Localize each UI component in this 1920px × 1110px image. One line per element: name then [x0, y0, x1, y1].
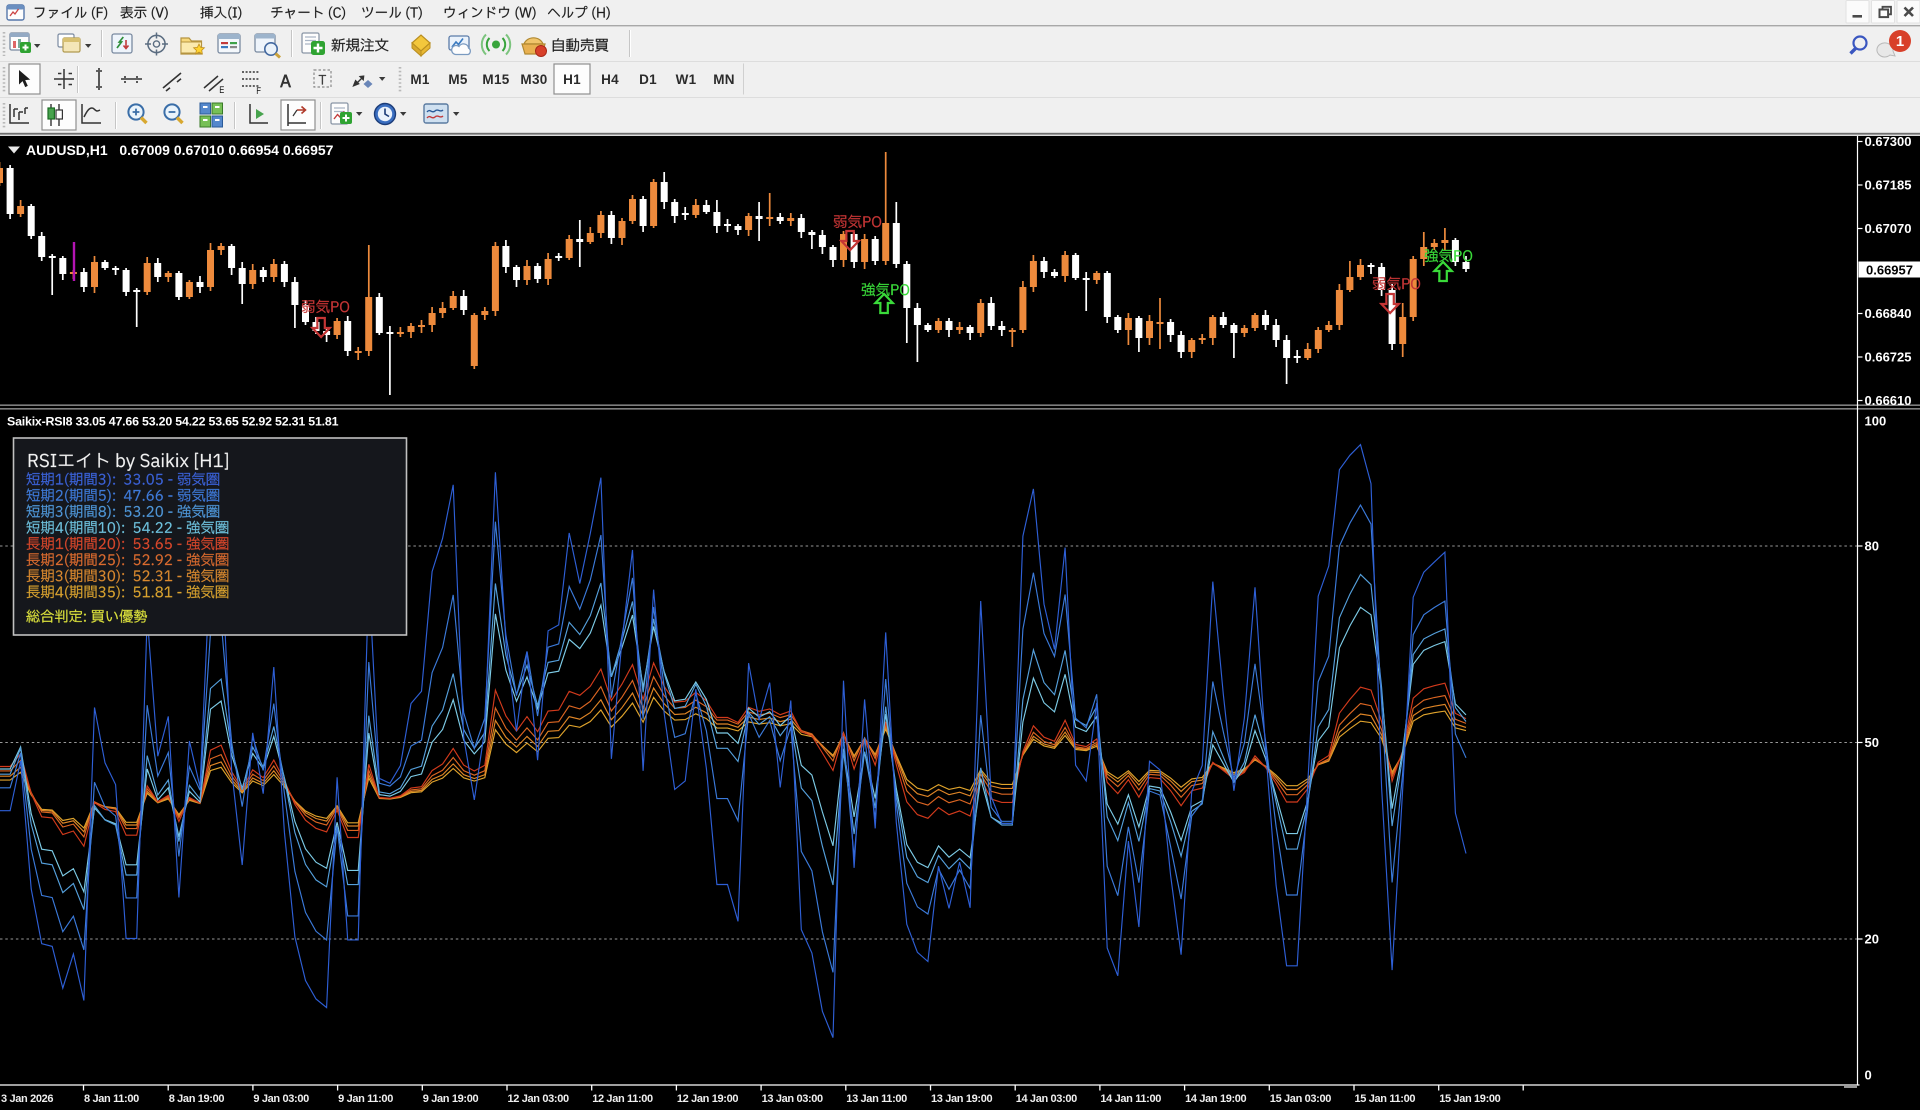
- svg-text:15 Jan 11:00: 15 Jan 11:00: [1355, 1093, 1416, 1105]
- svg-text:0.66725: 0.66725: [1865, 350, 1912, 365]
- svg-text:13 Jan 11:00: 13 Jan 11:00: [846, 1093, 907, 1105]
- svg-text:0.66957: 0.66957: [1866, 263, 1913, 278]
- svg-text:12 Jan 11:00: 12 Jan 11:00: [592, 1093, 653, 1105]
- svg-text:100: 100: [1865, 414, 1887, 429]
- svg-text:0: 0: [1865, 1068, 1872, 1083]
- svg-text:Saikix-RSI8 33.05 47.66 53.20: Saikix-RSI8 33.05 47.66 53.20 54.22 53.6…: [7, 415, 339, 429]
- svg-text:0.67185: 0.67185: [1865, 178, 1912, 193]
- svg-text:1: 1: [1896, 33, 1904, 50]
- svg-text:15 Jan 19:00: 15 Jan 19:00: [1439, 1093, 1500, 1105]
- svg-text:14 Jan 03:00: 14 Jan 03:00: [1016, 1093, 1077, 1105]
- svg-text:0.67070: 0.67070: [1865, 221, 1912, 236]
- svg-text:9 Jan 03:00: 9 Jan 03:00: [253, 1093, 309, 1105]
- svg-text:0.66840: 0.66840: [1865, 306, 1912, 321]
- svg-text:M5: M5: [448, 72, 468, 87]
- svg-text:20: 20: [1865, 932, 1879, 947]
- svg-text:H4: H4: [601, 72, 619, 87]
- svg-text:M30: M30: [520, 72, 547, 87]
- svg-text:M15: M15: [482, 72, 509, 87]
- svg-text:8 Jan 19:00: 8 Jan 19:00: [169, 1093, 225, 1105]
- svg-text:14 Jan 11:00: 14 Jan 11:00: [1100, 1093, 1161, 1105]
- svg-text:13 Jan 03:00: 13 Jan 03:00: [762, 1093, 823, 1105]
- svg-text:12 Jan 03:00: 12 Jan 03:00: [508, 1093, 569, 1105]
- svg-text:80: 80: [1865, 539, 1879, 554]
- svg-text:3 Jan 2026: 3 Jan 2026: [1, 1093, 53, 1105]
- svg-text:D1: D1: [639, 72, 657, 87]
- svg-text:9 Jan 11:00: 9 Jan 11:00: [338, 1093, 393, 1105]
- svg-text:W1: W1: [676, 72, 697, 87]
- svg-text:50: 50: [1865, 735, 1879, 750]
- svg-text:9 Jan 19:00: 9 Jan 19:00: [423, 1093, 479, 1105]
- svg-text:M1: M1: [410, 72, 430, 87]
- svg-text:12 Jan 19:00: 12 Jan 19:00: [677, 1093, 738, 1105]
- svg-text:MN: MN: [713, 72, 735, 87]
- svg-text:8 Jan 11:00: 8 Jan 11:00: [84, 1093, 139, 1105]
- svg-text:H1: H1: [563, 72, 581, 87]
- svg-text:AUDUSD,H1 0.67009 0.67010 0.: AUDUSD,H1 0.67009 0.67010 0.66954 0.6695…: [26, 142, 334, 158]
- svg-text:15 Jan 03:00: 15 Jan 03:00: [1270, 1093, 1331, 1105]
- svg-text:14 Jan 19:00: 14 Jan 19:00: [1185, 1093, 1246, 1105]
- svg-text:13 Jan 19:00: 13 Jan 19:00: [931, 1093, 992, 1105]
- svg-text:0.66610: 0.66610: [1865, 393, 1912, 408]
- svg-text:0.67300: 0.67300: [1865, 134, 1912, 149]
